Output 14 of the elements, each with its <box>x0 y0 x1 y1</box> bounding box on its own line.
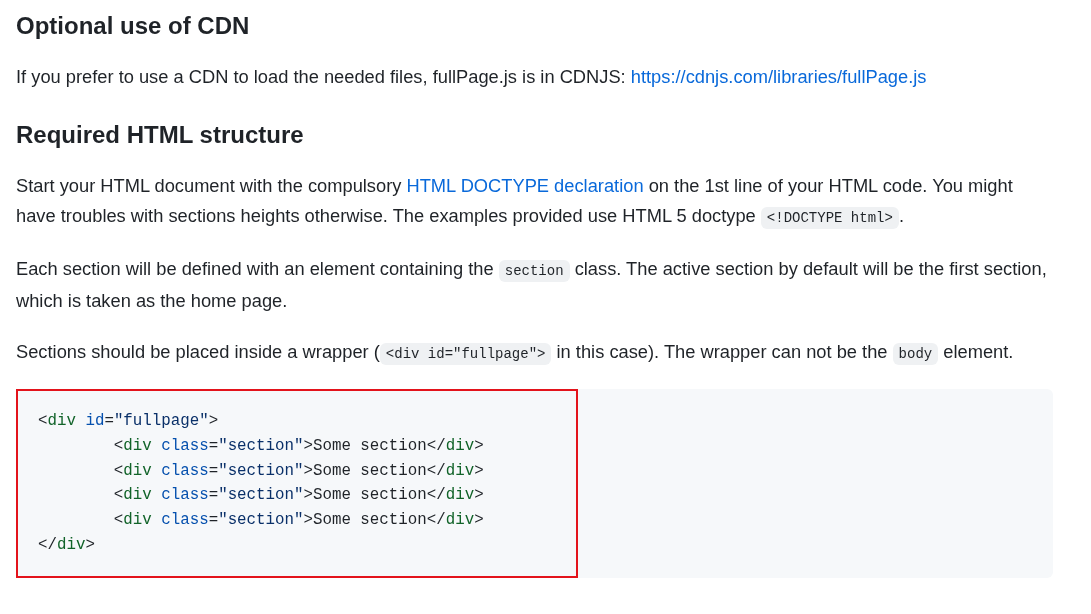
paragraph: Each section will be defined with an element containing the section class. The active section by default will be the first section, which is taken as the home page. <box>16 256 1048 313</box>
code-line: <div id="fullpage"> <box>38 411 219 432</box>
paragraph: Sections should be placed inside a wrapper ( <div id="fullpage"> in this case). The wrapper can not be the body element. <box>16 336 1053 369</box>
link[interactable]: https://cdnjs.com/libraries/fullPage.js <box>630 66 927 87</box>
link[interactable]: HTML DOCTYPE declaration <box>406 174 644 196</box>
paragraph: If you prefer to use a CDN to load the needed files, fullPage.js is in CDNJS: https://cdnjs.com/libraries/fullPage.js <box>16 65 928 89</box>
code-line: <div class="section">Some section</div> <box>112 435 484 457</box>
code-line: </div> <box>38 535 95 556</box>
section-heading: Optional use of CDN <box>16 11 251 41</box>
code-line: <div class="section">Some section</div> <box>112 485 484 507</box>
code-line: <div class="section">Some section</div> <box>112 460 484 482</box>
section-heading: Required HTML structure <box>16 119 305 150</box>
paragraph: Start your HTML document with the compulsory HTML DOCTYPE declaration on the 1st line of your HTML code. You might have troubles with sections heights otherwise. The examples provided use HTML 5 doctype <!DOCTYPE html> . <box>16 170 1053 234</box>
code-line: <div class="section">Some section</div> <box>112 510 484 532</box>
